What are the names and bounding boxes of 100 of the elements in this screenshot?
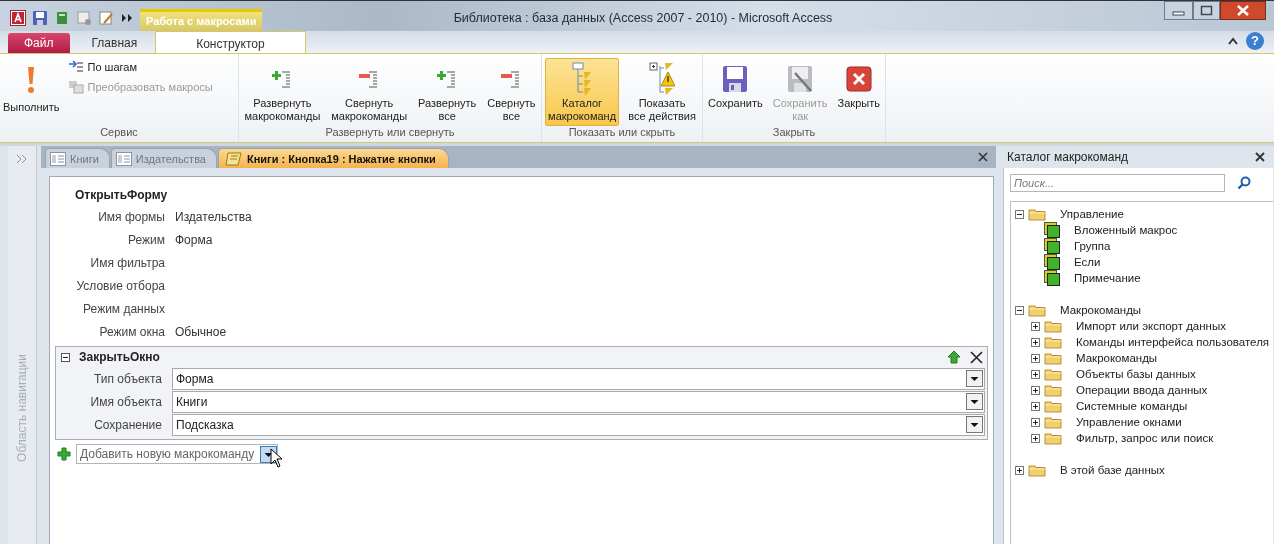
ribbon-button[interactable]: Развернуть макрокоманды xyxy=(241,58,324,126)
expand-toggle-icon[interactable] xyxy=(1031,353,1040,363)
argument-label: Условие отбора xyxy=(75,278,166,293)
folder-icon xyxy=(1028,207,1046,221)
delete-icon[interactable] xyxy=(970,350,983,364)
argument-field[interactable]: Форма xyxy=(172,367,985,390)
tree-item[interactable]: Импорт или экспорт данных xyxy=(1076,320,1226,332)
collapse-icon xyxy=(501,68,522,90)
add-action-combobox[interactable]: Добавить новую макрокоманду xyxy=(76,444,278,464)
navigation-pane-label: Область навигации xyxy=(15,354,29,462)
scroll-icon xyxy=(225,150,243,167)
action-block-icon xyxy=(1044,254,1060,270)
collapse-toggle-icon[interactable] xyxy=(1015,209,1024,219)
argument-value: Форма xyxy=(175,232,213,247)
folder-icon xyxy=(1044,335,1062,349)
ribbon-button[interactable]: Закрыть xyxy=(834,58,883,113)
folder-icon xyxy=(1044,367,1062,381)
collapse-toggle-icon[interactable] xyxy=(1015,305,1024,315)
expand-toggle-icon[interactable] xyxy=(1015,465,1024,475)
ribbon-button[interactable]: Каталог макрокоманд xyxy=(545,58,620,126)
ribbon-button[interactable]: Развернуть все xyxy=(415,58,480,126)
close-button[interactable] xyxy=(1220,1,1266,20)
tree-item[interactable]: Фильтр, запрос или поиск xyxy=(1076,432,1214,444)
context-tab-header: Работа с макросами xyxy=(140,9,262,31)
help-button[interactable]: ? xyxy=(1246,32,1264,50)
tree-item[interactable]: Команды интерфейса пользователя xyxy=(1076,336,1270,348)
ribbon-button[interactable]: Показать все действия xyxy=(625,58,699,126)
argument-label: Режим окна xyxy=(98,324,166,339)
app-logo-icon[interactable] xyxy=(10,10,26,26)
convert-icon xyxy=(68,80,85,94)
maximize-button[interactable] xyxy=(1193,1,1220,20)
edit-icon[interactable] xyxy=(98,10,114,26)
folder-icon xyxy=(1044,415,1062,429)
save-icon[interactable] xyxy=(32,10,48,26)
folder-icon xyxy=(1044,351,1062,365)
collapse-ribbon-icon[interactable] xyxy=(1228,37,1238,45)
action-name[interactable]: ЗакрытьОкно xyxy=(79,350,160,364)
ribbon-button[interactable]: Сохранить xyxy=(705,58,766,113)
pane-title: Каталог макрокоманд xyxy=(1007,150,1129,164)
folder-icon xyxy=(1044,383,1062,397)
argument-label: Режим xyxy=(127,232,166,247)
ribbon-button[interactable]: По шагам xyxy=(68,60,213,74)
expand-toggle-icon[interactable] xyxy=(1031,369,1040,379)
ribbon-button[interactable]: Свернуть все xyxy=(484,58,539,126)
argument-value: Издательства xyxy=(175,209,252,224)
tree-item[interactable]: Вложенный макрос xyxy=(1074,224,1178,236)
tree-item[interactable]: Операции ввода данных xyxy=(1076,384,1208,396)
expand-chevron-icon[interactable] xyxy=(16,154,28,164)
floppy-disk-pencil-icon xyxy=(787,65,814,93)
group-label: Развернуть или свернуть xyxy=(324,126,456,140)
tree-item[interactable]: Управление xyxy=(1060,208,1124,220)
ribbon-tab[interactable]: Конструктор xyxy=(155,31,306,53)
ribbon-button[interactable]: Выполнить xyxy=(0,58,63,117)
folder-icon xyxy=(1028,303,1046,317)
collapse-toggle-icon[interactable] xyxy=(61,352,70,362)
expand-toggle-icon[interactable] xyxy=(1031,401,1040,411)
search-field[interactable]: Поиск... xyxy=(1010,174,1225,192)
tree-icon xyxy=(571,62,594,96)
expand-toggle-icon[interactable] xyxy=(1031,385,1040,395)
collapse-icon xyxy=(359,68,380,90)
expand-toggle-icon[interactable] xyxy=(1031,321,1040,331)
argument-label: Сохранение xyxy=(93,417,163,432)
argument-label: Режим данных xyxy=(82,301,166,316)
minimize-button[interactable] xyxy=(1164,1,1193,20)
mouse-cursor-icon xyxy=(270,448,284,468)
tree-item[interactable]: Макрокоманды xyxy=(1076,352,1158,364)
argument-label: Имя формы xyxy=(97,209,166,224)
argument-field[interactable]: Подсказка xyxy=(172,413,985,436)
close-icon[interactable] xyxy=(978,152,988,162)
expand-toggle-icon[interactable] xyxy=(1031,337,1040,347)
document-tab[interactable]: Книги : Кнопка19 : Нажатие кнопки xyxy=(218,148,449,168)
tree-item[interactable]: Управление окнами xyxy=(1076,416,1182,428)
search-icon[interactable] xyxy=(1237,176,1251,190)
tree-item[interactable]: Группа xyxy=(1074,240,1111,252)
expand-icon xyxy=(272,68,293,90)
tree-item[interactable]: В этой базе данных xyxy=(1060,464,1165,476)
tree-item[interactable]: Объекты базы данных xyxy=(1076,368,1196,380)
database-icon[interactable] xyxy=(54,10,70,26)
group-label: Показать или скрыть xyxy=(567,126,677,140)
tree-item[interactable]: Системные команды xyxy=(1076,400,1188,412)
tree-item[interactable]: Примечание xyxy=(1074,272,1141,284)
tree-item[interactable]: Если xyxy=(1074,256,1101,268)
expand-toggle-icon[interactable] xyxy=(1031,417,1040,427)
expand-icon xyxy=(437,68,458,90)
action-name[interactable]: ОткрытьФорму xyxy=(75,188,168,202)
argument-label: Имя фильтра xyxy=(89,255,166,270)
ribbon-button[interactable]: Свернуть макрокоманды xyxy=(328,58,411,126)
argument-field[interactable]: Книги xyxy=(172,390,985,413)
ribbon-tab[interactable]: Главная xyxy=(73,33,156,53)
close-icon xyxy=(845,66,872,92)
argument-label: Имя объекта xyxy=(89,394,163,409)
tree-warning-icon xyxy=(649,62,676,96)
action-block-icon xyxy=(1044,238,1060,254)
up-arrow-icon[interactable] xyxy=(947,350,961,364)
argument-label: Тип объекта xyxy=(92,371,163,386)
close-icon[interactable] xyxy=(1255,152,1265,162)
expand-toggle-icon[interactable] xyxy=(1031,433,1040,443)
plus-icon[interactable] xyxy=(57,447,71,461)
tree-item[interactable]: Макрокоманды xyxy=(1060,304,1142,316)
ribbon-tab[interactable]: Файл xyxy=(8,33,70,53)
